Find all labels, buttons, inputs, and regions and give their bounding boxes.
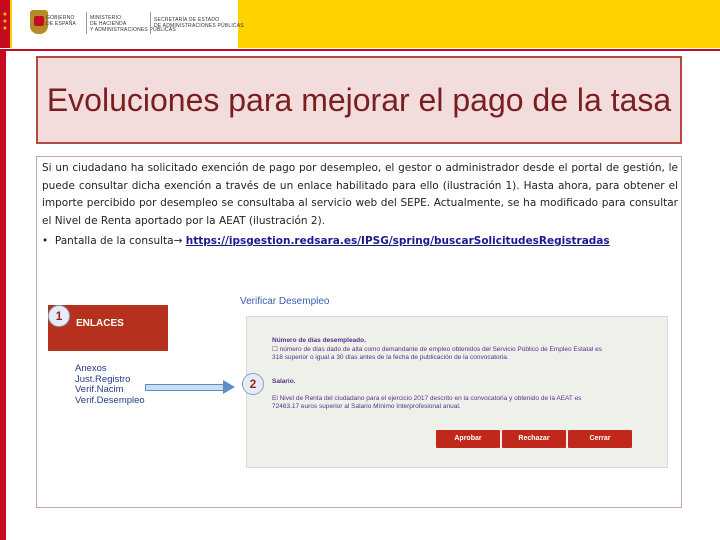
salary-line-2: 72463.17 euros superior al Salario Mínim… <box>272 403 461 410</box>
page-title: Evoluciones para mejorar el pago de la t… <box>46 82 672 118</box>
aprobar-button[interactable]: Aprobar <box>436 430 500 448</box>
enlaces-label: ENLACES <box>76 318 124 329</box>
bullet-marker: • <box>42 235 55 247</box>
secretariat-label: SECRETARÍA DE ESTADO DE ADMINISTRACIONES… <box>154 17 244 29</box>
link-verif-desempleo[interactable]: Verif.Desempleo <box>75 395 145 407</box>
link-anexos[interactable]: Anexos <box>75 363 145 375</box>
cerrar-button[interactable]: Cerrar <box>568 430 632 448</box>
illustration-2-badge: 2 <box>242 373 264 395</box>
stars-decoration: ★ ★ ★ <box>2 12 8 32</box>
title-box: Evoluciones para mejorar el pago de la t… <box>36 56 682 144</box>
bullet-item: • Pantalla de la consulta→ https://ipsge… <box>42 233 610 250</box>
days-line-1: ☐ número de días dado de alta como deman… <box>272 346 602 353</box>
illustration-1-badge: 1 <box>48 305 70 327</box>
arrow-right-icon <box>145 380 235 394</box>
body-paragraph: Si un ciudadano ha solicitado exención d… <box>42 162 678 227</box>
verificar-desempleo-title: Verificar Desempleo <box>240 296 330 307</box>
header-separator <box>86 12 87 34</box>
salary-line-1: El Nivel de Renta del ciudadano para el … <box>272 395 582 402</box>
link-verif-nacim[interactable]: Verif.Nacim <box>75 384 145 396</box>
bullet-prefix: Pantalla de la consulta→ <box>54 235 183 247</box>
header-separator <box>150 12 151 34</box>
flag-strip: ★ ★ ★ <box>0 0 10 48</box>
salary-header: Salario. <box>272 378 296 385</box>
days-line-2: 318 superior o igual a 30 días antes de … <box>272 354 509 361</box>
rechazar-button[interactable]: Rechazar <box>502 430 566 448</box>
days-header: Número de días desempleado. <box>272 337 366 344</box>
government-label: GOBIERNO DE ESPAÑA <box>46 15 77 27</box>
consulta-link[interactable]: https://ipsgestion.redsara.es/IPSG/sprin… <box>186 235 610 247</box>
enlaces-link-list: Anexos Just.Registro Verif.Nacim Verif.D… <box>75 363 145 407</box>
side-accent-bar <box>0 51 6 540</box>
header-divider <box>0 49 720 51</box>
header-bar: ★ ★ ★ GOBIERNO DE ESPAÑA MINISTERIO DE HAC… <box>0 0 720 48</box>
